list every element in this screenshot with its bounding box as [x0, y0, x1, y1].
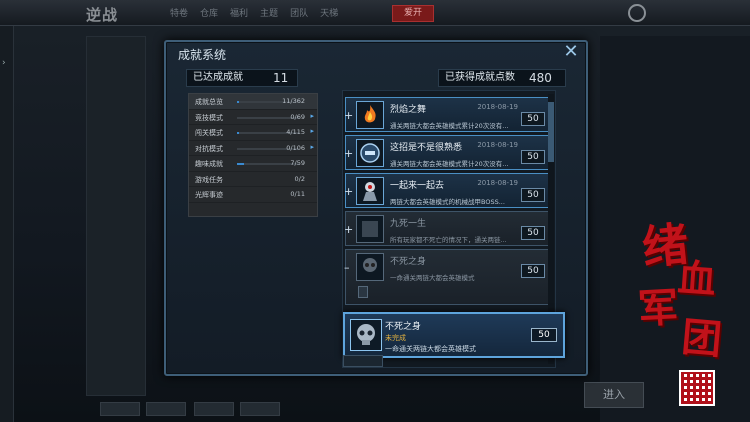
chevron-right-icon: ▸: [310, 111, 314, 120]
power-icon[interactable]: [628, 4, 646, 22]
achieved-value: 11: [273, 71, 289, 85]
helmet-icon: [356, 139, 384, 167]
robot-icon: [356, 177, 384, 205]
confirm-button[interactable]: [343, 355, 383, 367]
sub-item-icon: [358, 286, 368, 298]
lobby-tab[interactable]: [240, 402, 280, 416]
tooltip-title: 不死之身: [385, 322, 422, 332]
red-event-button[interactable]: 爱开: [392, 5, 434, 22]
plus-icon[interactable]: +: [344, 147, 353, 160]
locked-badge-icon: [356, 215, 384, 243]
flame-icon: [356, 101, 384, 129]
game-logo: 逆战: [86, 6, 119, 24]
skull-icon: [356, 253, 384, 281]
achievement-card-expanded[interactable]: – 不死之身 一命通关两链大都会英雄模式 50: [344, 249, 549, 305]
plus-icon[interactable]: +: [344, 185, 353, 198]
logo-char: 团: [679, 313, 724, 364]
top-menu-bar: 逆战 特卷 仓库 福利 主题 团队 天梯 爱开: [0, 0, 750, 26]
qr-code: [679, 370, 715, 406]
category-row[interactable]: 成就总览 11/362: [189, 94, 317, 110]
menu-item[interactable]: 福利: [230, 6, 248, 19]
enter-button[interactable]: 进入: [584, 382, 644, 408]
chevron-right-icon: ▸: [310, 142, 314, 151]
tooltip-points: 50: [531, 328, 557, 342]
lobby-tab[interactable]: [100, 402, 140, 416]
skull-icon: [350, 319, 382, 351]
menu-item[interactable]: 特卷: [170, 6, 188, 19]
points-box: 已获得成就点数 480: [438, 69, 566, 87]
achievement-card[interactable]: + 烈焰之舞 2018-08-19 通关两链大都会英雄模式累计20次没有... …: [344, 97, 549, 132]
logo-char: 血: [676, 254, 718, 303]
chevron-right-icon: ▸: [310, 127, 314, 135]
lobby-tab[interactable]: [146, 402, 186, 416]
category-row[interactable]: 竞技模式 0/69 ▸: [189, 110, 317, 125]
menu-item[interactable]: 仓库: [200, 6, 218, 19]
category-row[interactable]: 光辉事迹 0/11: [189, 187, 317, 203]
category-list: 成就总览 11/362 竞技模式 0/69 ▸ 闯关模式 4/115 ▸ 对抗模…: [188, 93, 318, 217]
logo-char: 军: [636, 283, 680, 334]
achieved-label: 已达成成就: [193, 72, 243, 83]
category-row[interactable]: 趣味成就 7/59: [189, 156, 317, 172]
close-icon[interactable]: ✕: [562, 43, 580, 62]
scroll-thumb[interactable]: [548, 102, 554, 162]
category-row[interactable]: 闯关模式 4/115 ▸: [189, 125, 317, 141]
tooltip-status: 未完成: [385, 334, 406, 342]
achievement-card[interactable]: + 这招是不是很熟悉 2018-08-19 通关两链大都会英雄模式累计20次没有…: [344, 135, 549, 170]
achievement-card[interactable]: + 九死一生 所有玩家都不死亡的情况下，通关两链... 50: [344, 211, 549, 246]
minus-icon[interactable]: –: [344, 261, 350, 274]
menu-item[interactable]: 天梯: [320, 6, 338, 19]
menu-item[interactable]: 主题: [260, 6, 278, 19]
dialog-title: 成就系统: [178, 48, 227, 62]
tooltip-description: 一命通关两链大都会英雄模式: [385, 345, 476, 353]
achievement-card[interactable]: + 一起来一起去 2018-08-19 两链大都会英雄模式的机械战甲BOSS..…: [344, 173, 549, 208]
achievement-tooltip: 不死之身 未完成 一命通关两链大都会英雄模式 50: [343, 312, 565, 358]
plus-icon[interactable]: +: [344, 109, 353, 122]
plus-icon[interactable]: +: [344, 223, 353, 236]
achieved-count-box: 已达成成就 11: [186, 69, 298, 87]
lobby-tab[interactable]: [194, 402, 234, 416]
category-row[interactable]: 对抗模式 0/106 ▸: [189, 141, 317, 156]
left-rail: ›: [0, 26, 14, 422]
top-menu: 特卷 仓库 福利 主题 团队 天梯: [170, 6, 338, 19]
guild-logo: 绪 血 军 团: [634, 210, 734, 364]
points-label: 已获得成就点数: [445, 72, 515, 83]
lobby-side-panel: [86, 36, 146, 396]
menu-item[interactable]: 团队: [290, 6, 308, 19]
points-value: 480: [529, 71, 552, 85]
category-row[interactable]: 游戏任务 0/2: [189, 172, 317, 187]
chevron-right-icon[interactable]: ›: [2, 58, 6, 68]
